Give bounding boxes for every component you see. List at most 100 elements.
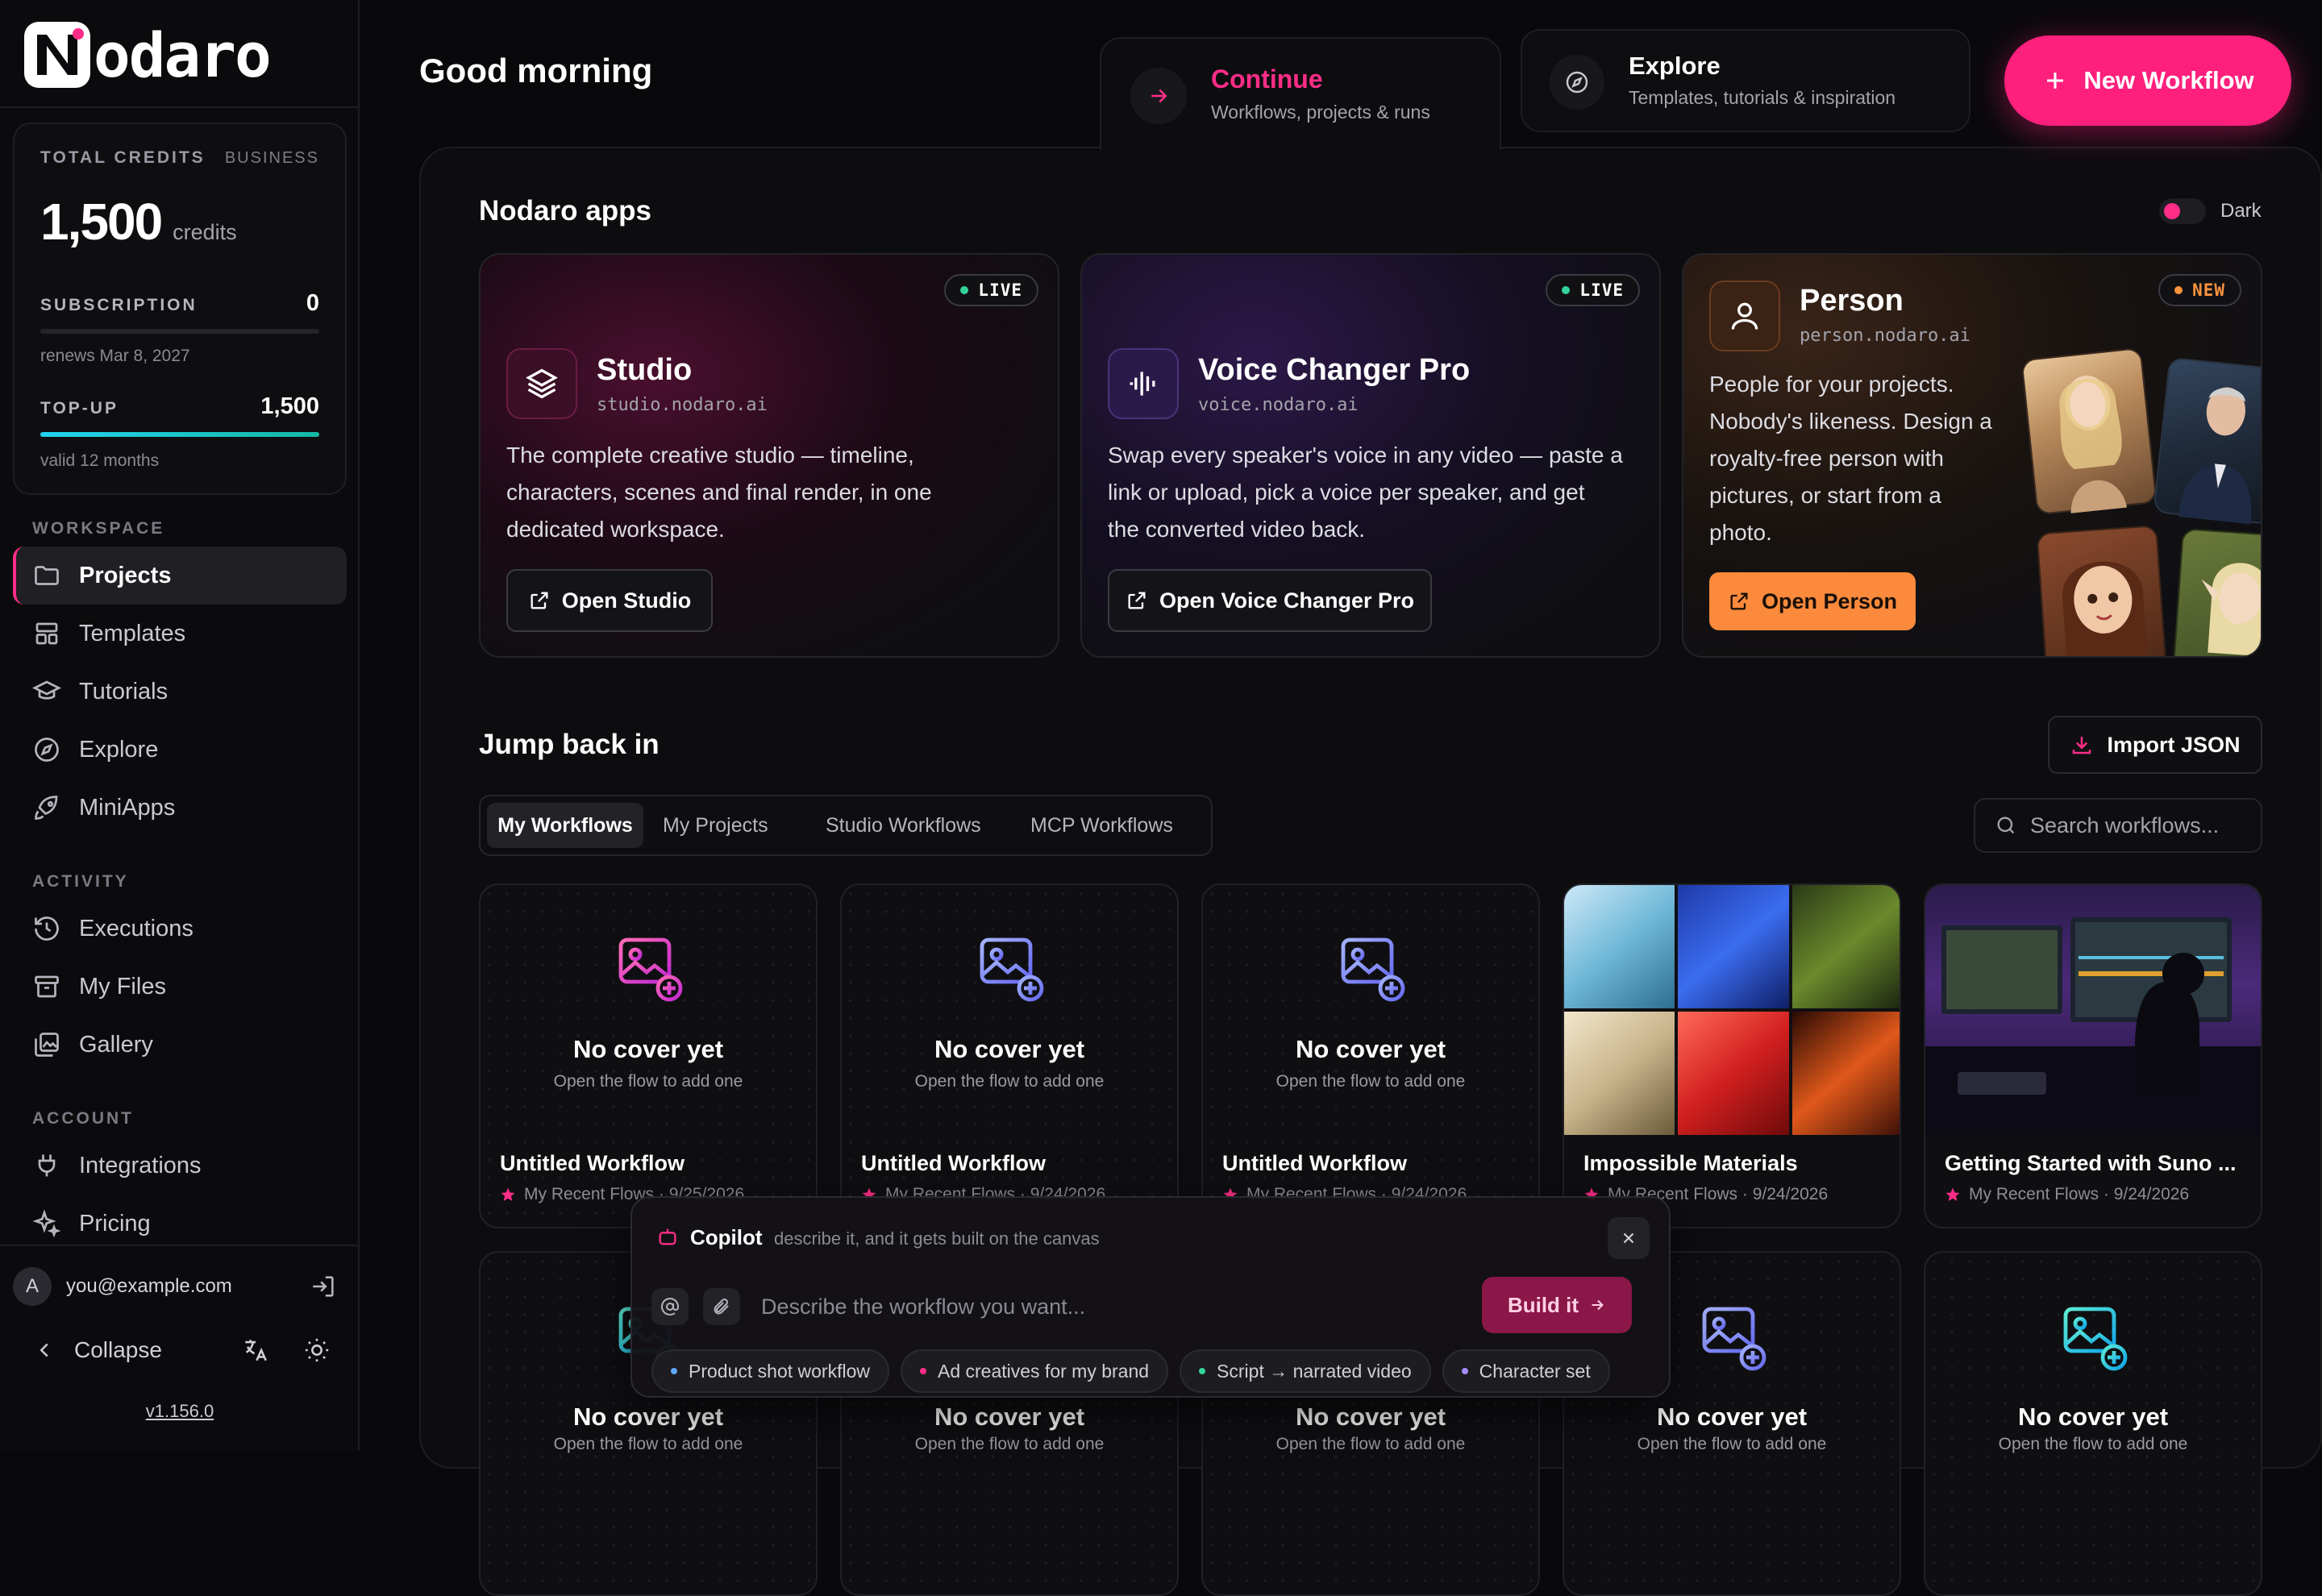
tab-studio-workflows[interactable]: Studio Workflows — [826, 803, 981, 848]
external-link-icon — [1128, 592, 1146, 609]
collapse-button[interactable]: Collapse — [32, 1330, 162, 1370]
nav-gallery[interactable]: Gallery — [13, 1016, 347, 1074]
suggestion-chip[interactable]: Script → narrated video — [1180, 1349, 1431, 1393]
no-cover-title: No cover yet — [572, 1403, 724, 1431]
tab-my-projects[interactable]: My Projects — [663, 803, 768, 848]
new-workflow-button[interactable]: New Workflow — [2004, 35, 2291, 126]
nav-my-files[interactable]: My Files — [13, 958, 347, 1016]
translate-icon[interactable] — [242, 1336, 269, 1364]
toggle-switch[interactable] — [2159, 198, 2206, 224]
arrow-right-icon — [1592, 1299, 1604, 1311]
workflow-meta: My Recent Flows · 9/24/2026 — [1945, 1185, 2189, 1204]
nav-tutorials[interactable]: Tutorials — [13, 663, 347, 721]
nav-projects[interactable]: Projects — [13, 547, 347, 605]
robot-icon — [659, 1228, 676, 1245]
build-button[interactable]: Build it — [1482, 1277, 1632, 1333]
nav-label: Projects — [79, 562, 172, 588]
no-cover-hint: Open the flow to add one — [1998, 1435, 2188, 1453]
chevron-left-icon — [40, 1343, 48, 1357]
workflow-title: Untitled Workflow — [500, 1151, 685, 1175]
new-badge: NEW — [2158, 274, 2241, 306]
external-link-icon — [1730, 592, 1748, 610]
portrait-thumbnail — [2020, 347, 2158, 516]
open-person-button[interactable]: Open Person — [1709, 572, 1916, 630]
graduation-cap-icon — [32, 680, 61, 700]
nav-label: Pricing — [79, 1210, 151, 1236]
search-input[interactable]: Search workflows... — [1974, 798, 2262, 853]
copilot-input[interactable]: Describe the workflow you want... — [651, 1277, 1538, 1336]
no-cover-hint: Open the flow to add one — [914, 1072, 1105, 1091]
avatar[interactable]: A — [13, 1267, 52, 1306]
topup-valid-text: valid 12 months — [40, 451, 160, 470]
suggestion-chip[interactable]: Product shot workflow — [651, 1349, 889, 1393]
nav-miniapps[interactable]: MiniApps — [13, 779, 347, 837]
explore-subtitle: Templates, tutorials & inspiration — [1629, 87, 1896, 108]
nav-label: Explore — [79, 736, 159, 763]
continue-tab[interactable]: Continue Workflows, projects & runs — [1100, 37, 1501, 150]
explore-tab[interactable]: Explore Templates, tutorials & inspirati… — [1521, 29, 1970, 132]
sun-icon[interactable] — [303, 1336, 331, 1364]
logo-mark — [24, 22, 90, 88]
collapse-label: Collapse — [74, 1337, 162, 1362]
renews-text: renews Mar 8, 2027 — [40, 347, 190, 365]
archive-icon — [35, 975, 59, 998]
theme-label: Dark — [2220, 200, 2262, 222]
studio-app-icon — [506, 348, 577, 419]
subscription-bar — [40, 329, 319, 334]
paperclip-icon — [714, 1298, 729, 1315]
workflow-card[interactable]: No cover yet Open the flow to add one Un… — [840, 883, 1179, 1228]
workflow-card[interactable]: No cover yet Open the flow to add one Un… — [479, 883, 818, 1228]
no-cover-hint: Open the flow to add one — [914, 1435, 1105, 1453]
nav-templates[interactable]: Templates — [13, 605, 347, 663]
portrait-thumbnail — [2153, 356, 2261, 526]
nav-label: MiniApps — [79, 794, 176, 821]
user-email: you@example.com — [66, 1275, 232, 1297]
theme-toggle[interactable]: Dark — [2159, 198, 2262, 224]
nav-label: Tutorials — [79, 678, 169, 704]
copilot-panel: Copilot describe it, and it gets built o… — [630, 1196, 1671, 1398]
attach-button[interactable] — [703, 1288, 740, 1325]
import-json-button[interactable]: Import JSON — [2048, 716, 2262, 774]
mention-button[interactable] — [651, 1288, 689, 1325]
logo[interactable]: odaro — [24, 19, 272, 91]
add-image-icon — [2063, 1307, 2128, 1371]
tab-my-workflows[interactable]: My Workflows — [487, 803, 643, 848]
search-icon — [1997, 817, 2015, 834]
arrow-right-icon — [1151, 89, 1167, 103]
close-copilot-button[interactable] — [1608, 1217, 1650, 1259]
app-name: Studio — [597, 353, 693, 387]
workflow-card[interactable]: No cover yet Open the flow to add one — [1924, 1251, 2262, 1596]
tab-mcp-workflows[interactable]: MCP Workflows — [1030, 803, 1173, 848]
add-image-icon — [1341, 937, 1405, 1002]
app-domain: person.nodaro.ai — [1800, 326, 1970, 346]
rocket-icon — [35, 796, 58, 820]
no-cover-hint: Open the flow to add one — [1275, 1435, 1466, 1453]
suggestion-chip[interactable]: Ad creatives for my brand — [900, 1349, 1169, 1393]
open-voice-changer-button[interactable]: Open Voice Changer Pro — [1108, 569, 1432, 632]
suggestion-chip[interactable]: Character set — [1442, 1349, 1610, 1393]
workflow-card[interactable]: Impossible Materials My Recent Flows · 9… — [1563, 883, 1901, 1228]
nav-label: Gallery — [79, 1031, 153, 1058]
credits-card: TOTAL CREDITS BUSINESS 1,500 credits SUBS… — [13, 123, 347, 495]
logout-icon[interactable] — [310, 1273, 337, 1300]
nav-executions[interactable]: Executions — [13, 900, 347, 958]
app-card-voice-changer: LIVE Voice Changer Pro voice.nodaro.ai S… — [1080, 253, 1661, 658]
open-studio-button[interactable]: Open Studio — [506, 569, 713, 632]
nav-integrations[interactable]: Integrations — [13, 1137, 347, 1195]
person-app-icon — [1709, 281, 1780, 351]
workflow-card[interactable]: No cover yet Open the flow to add one Un… — [1201, 883, 1540, 1228]
version-link[interactable]: v1.156.0 — [0, 1401, 360, 1422]
app-card-studio: LIVE Studio studio.nodaro.ai The complet… — [479, 253, 1059, 658]
credits-amount: 1,500 — [40, 193, 163, 251]
folder-icon — [35, 566, 59, 585]
logo-wordmark: odaro — [94, 19, 272, 91]
workflow-card[interactable]: Getting Started with Suno ... My Recent … — [1924, 883, 2262, 1228]
subscription-value: 0 — [306, 290, 319, 316]
nav-label: Executions — [79, 915, 194, 941]
search-placeholder: Search workflows... — [2030, 813, 2220, 837]
add-image-icon — [1702, 1307, 1766, 1371]
add-image-icon — [980, 937, 1044, 1002]
nav-explore[interactable]: Explore — [13, 721, 347, 779]
no-cover-title: No cover yet — [934, 1035, 1085, 1063]
app-name: Voice Changer Pro — [1198, 353, 1471, 387]
